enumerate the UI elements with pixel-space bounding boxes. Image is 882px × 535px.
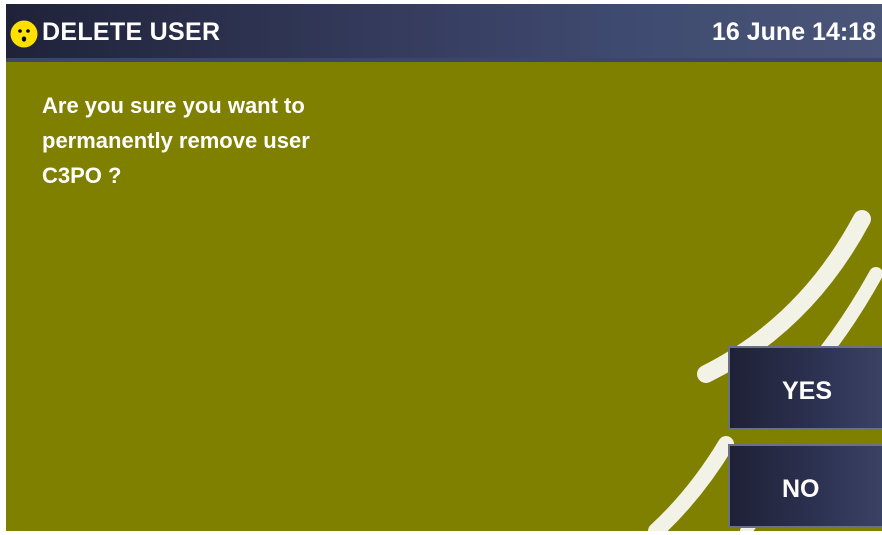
date-time: 16 June 14:18 bbox=[712, 18, 876, 46]
yes-button[interactable]: YES bbox=[728, 346, 882, 430]
confirmation-message: Are you sure you want to permanently rem… bbox=[42, 88, 462, 193]
message-line: Are you sure you want to bbox=[42, 93, 305, 118]
no-button[interactable]: NO bbox=[728, 444, 882, 528]
no-button-label: NO bbox=[782, 475, 820, 503]
message-line: permanently remove user bbox=[42, 128, 310, 153]
yes-button-label: YES bbox=[782, 377, 833, 405]
delete-user-screen: DELETE USER 16 June 14:18 Are you sure y… bbox=[6, 4, 882, 531]
message-line: C3PO ? bbox=[42, 163, 122, 188]
title-bar: DELETE USER 16 June 14:18 bbox=[6, 4, 882, 62]
smiley-face-icon bbox=[10, 20, 38, 48]
page-title: DELETE USER bbox=[42, 18, 221, 46]
